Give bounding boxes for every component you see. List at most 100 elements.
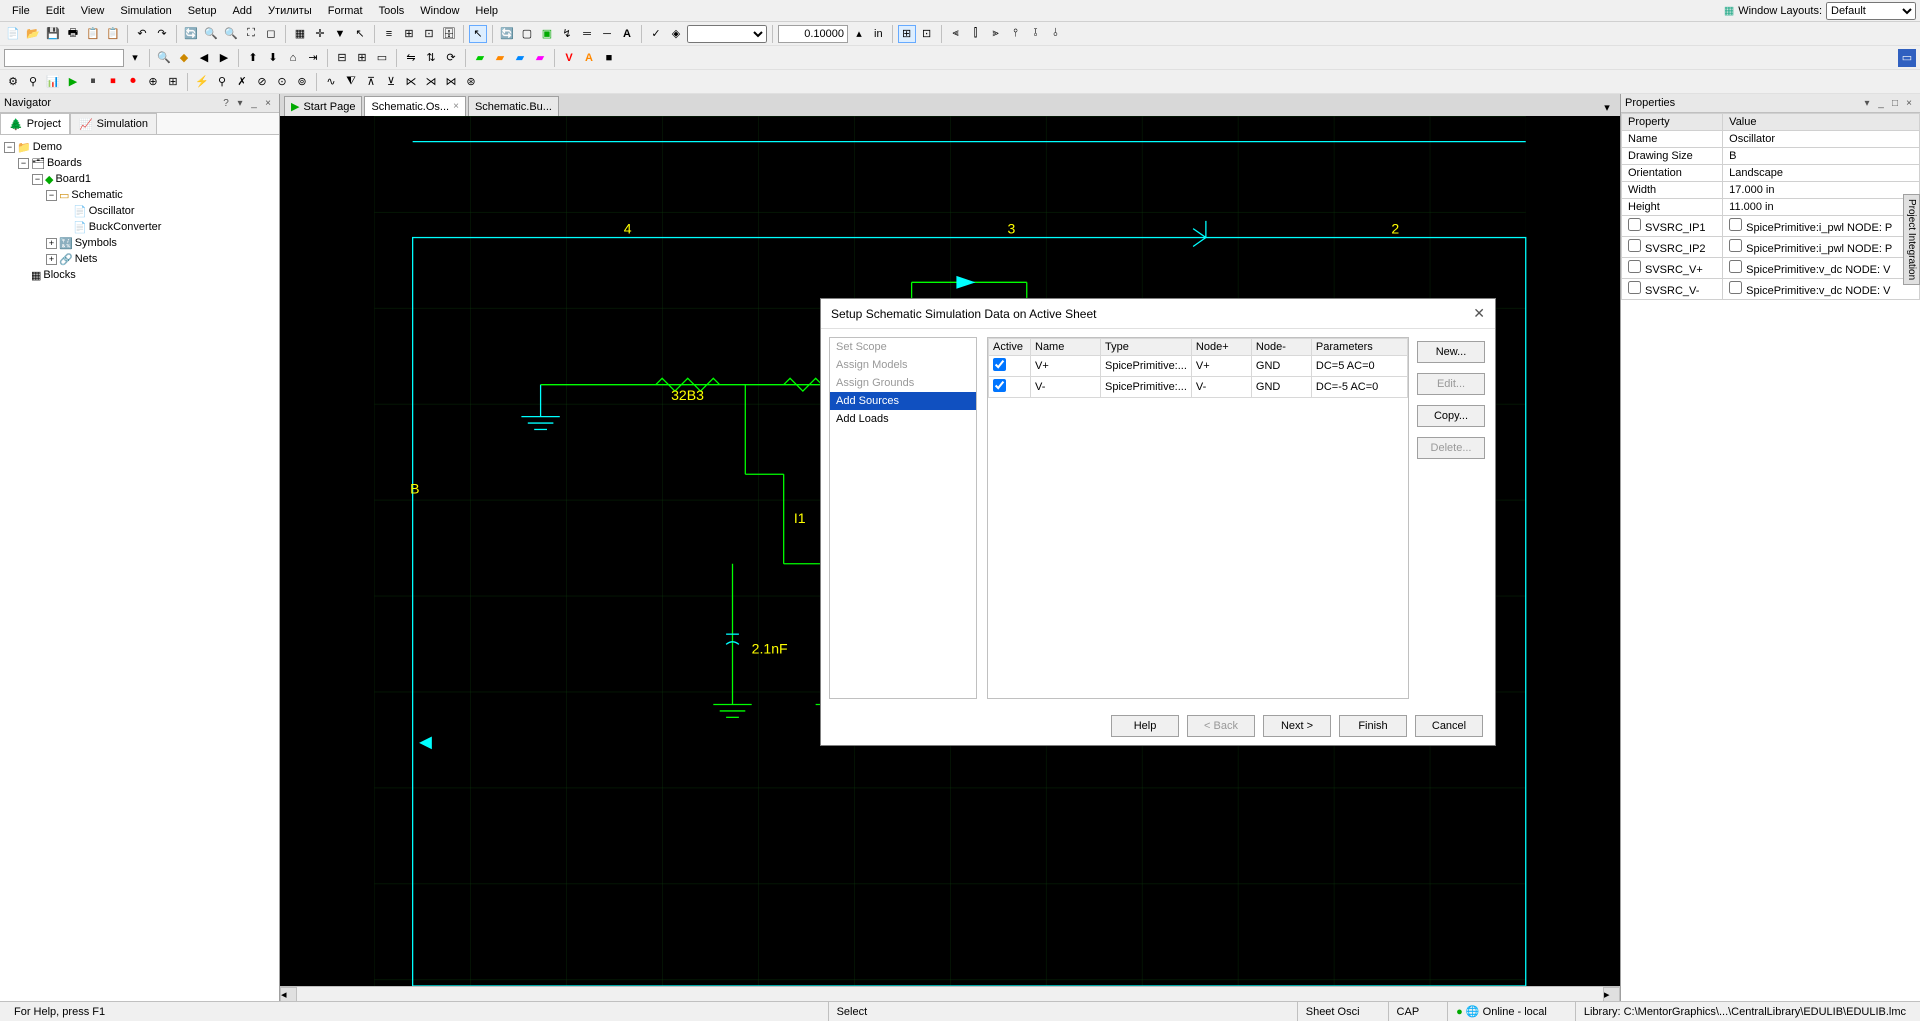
find-icon[interactable]: 🔍 [155,49,173,67]
table-row[interactable]: V+ SpicePrimitive:... V+ GND DC=5 AC=0 [989,356,1408,377]
tree-oscillator[interactable]: 📄Oscillator [4,203,275,219]
tree-schematic[interactable]: −▭Schematic [4,187,275,203]
src2-icon[interactable]: ⧨ [342,73,360,91]
src3-icon[interactable]: ⊼ [362,73,380,91]
tree-symbols[interactable]: +🔣Symbols [4,235,275,251]
tree-nets[interactable]: +🔗Nets [4,251,275,267]
text-icon[interactable]: A [618,25,636,43]
table-row[interactable]: SVSRC_V-SpicePrimitive:v_dc NODE: V [1622,279,1920,300]
tab-schematic-bu[interactable]: Schematic.Bu... [468,96,559,116]
wire-icon[interactable]: ─ [598,25,616,43]
menu-setup[interactable]: Setup [180,3,225,19]
color3-icon[interactable]: ▰ [511,49,529,67]
probe3-icon[interactable]: ✗ [233,73,251,91]
close-icon[interactable]: × [261,96,275,110]
menu-format[interactable]: Format [320,3,371,19]
probe4-icon[interactable]: ⊘ [253,73,271,91]
cancel-button[interactable]: Cancel [1415,715,1483,737]
probe6-icon[interactable]: ⊚ [293,73,311,91]
verify-icon[interactable]: ✓ [647,25,665,43]
tab-project[interactable]: 🌲 Project [0,113,70,134]
copy-button[interactable]: Copy... [1417,405,1485,427]
back-button[interactable]: < Back [1187,715,1255,737]
menu-view[interactable]: View [73,3,113,19]
probe-icon[interactable]: ⚲ [24,73,42,91]
save-icon[interactable]: 💾 [44,25,62,43]
delete-button[interactable]: Delete... [1417,437,1485,459]
maximize-icon[interactable]: □ [1888,96,1902,110]
finish-button[interactable]: Finish [1339,715,1407,737]
prop-checkbox[interactable] [1729,281,1742,294]
probe1-icon[interactable]: ⚡ [193,73,211,91]
tree-boards[interactable]: −🗂Boards [4,155,275,171]
align-middle-icon[interactable]: ⫱ [1027,25,1045,43]
step-add-sources[interactable]: Add Sources [830,392,976,410]
align-bottom-icon[interactable]: ⫰ [1047,25,1065,43]
close-icon[interactable]: × [1902,96,1916,110]
stop-icon[interactable]: ⏹ [104,73,122,91]
snap-icon[interactable]: ✛ [311,25,329,43]
src1-icon[interactable]: ∿ [322,73,340,91]
table-row[interactable]: Drawing SizeB [1622,148,1920,165]
grid-toggle-icon[interactable]: ⊞ [898,25,916,43]
step-assign-models[interactable]: Assign Models [830,356,976,374]
sim-run-icon[interactable]: V [560,49,578,67]
rotate-icon[interactable]: ⟳ [442,49,460,67]
next-button[interactable]: Next > [1263,715,1331,737]
tree-blocks[interactable]: ▦Blocks [4,267,275,283]
prop-checkbox[interactable] [1729,260,1742,273]
wave-icon[interactable]: ⊕ [144,73,162,91]
hier-icon[interactable]: ⊟ [333,49,351,67]
table-icon[interactable]: ⊞ [164,73,182,91]
step-add-loads[interactable]: Add Loads [830,410,976,428]
prev-icon[interactable]: ◀ [195,49,213,67]
probe2-icon[interactable]: ⚲ [213,73,231,91]
prop-checkbox[interactable] [1628,281,1641,294]
help-button[interactable]: Help [1111,715,1179,737]
mode-icon[interactable]: ◈ [667,25,685,43]
bookmark-icon[interactable]: ◆ [175,49,193,67]
table-row[interactable]: SVSRC_V+SpicePrimitive:v_dc NODE: V [1622,258,1920,279]
align-right-icon[interactable]: ⫸ [987,25,1005,43]
zoom-in-icon[interactable]: 🔍 [202,25,220,43]
grid2-icon[interactable]: ⊡ [918,25,936,43]
tab-schematic-os[interactable]: Schematic.Os...× [364,96,465,116]
table-row[interactable]: Width17.000 in [1622,182,1920,199]
dropdown-icon[interactable]: ▾ [233,96,247,110]
settings-icon[interactable]: ⚙ [4,73,22,91]
flip-v-icon[interactable]: ⇅ [422,49,440,67]
next-icon[interactable]: ▶ [215,49,233,67]
new-button[interactable]: New... [1417,341,1485,363]
flip-h-icon[interactable]: ⇋ [402,49,420,67]
end-icon[interactable]: ⇥ [304,49,322,67]
color1-icon[interactable]: ▰ [471,49,489,67]
minimize-icon[interactable]: _ [247,96,261,110]
active-checkbox[interactable] [993,358,1006,371]
project-integration-tab[interactable]: Project Integration [1903,194,1920,285]
menu-window[interactable]: Window [412,3,467,19]
up-icon[interactable]: ⬆ [244,49,262,67]
menu-add[interactable]: Add [224,3,260,19]
parts-icon[interactable]: ⊡ [420,25,438,43]
nets-icon[interactable]: ⊞ [400,25,418,43]
tabs-dropdown-icon[interactable]: ▾ [1598,98,1616,116]
step-up-icon[interactable]: ▴ [850,25,868,43]
new-icon[interactable]: 📄 [4,25,22,43]
tree-board1[interactable]: −◆Board1 [4,171,275,187]
zoom-area-icon[interactable]: ◻ [262,25,280,43]
table-row[interactable]: SVSRC_IP1SpicePrimitive:i_pwl NODE: P [1622,216,1920,237]
menu-file[interactable]: File [4,3,38,19]
tab-simulation[interactable]: 📈 Simulation [70,113,157,134]
tree-root[interactable]: −📁Demo [4,139,275,155]
pcb-icon[interactable]: ▣ [538,25,556,43]
prop-checkbox[interactable] [1729,239,1742,252]
dropdown-icon[interactable]: ▾ [1860,96,1874,110]
help-icon[interactable]: ? [219,96,233,110]
window-icon[interactable]: ▭ [1898,49,1916,67]
hier2-icon[interactable]: ⊞ [353,49,371,67]
menu-edit[interactable]: Edit [38,3,73,19]
src7-icon[interactable]: ⋈ [442,73,460,91]
prop-checkbox[interactable] [1628,218,1641,231]
zoom-fit-icon[interactable]: ⛶ [242,25,260,43]
prop-checkbox[interactable] [1628,260,1641,273]
